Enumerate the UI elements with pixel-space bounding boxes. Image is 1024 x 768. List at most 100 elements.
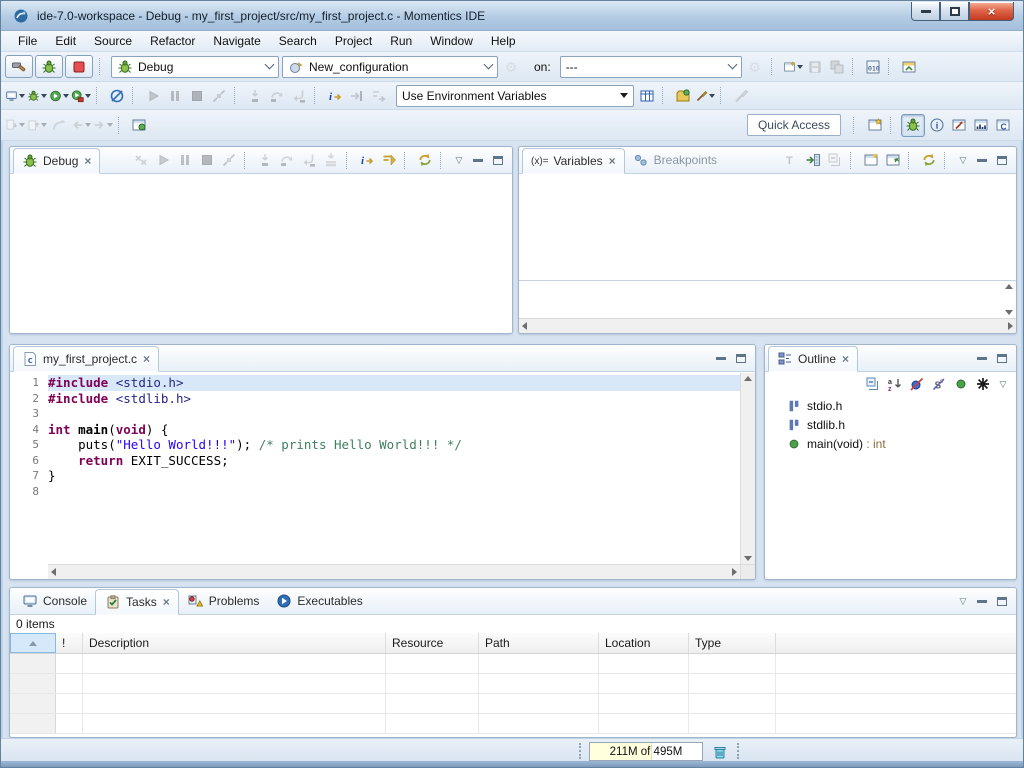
format-icon[interactable] bbox=[731, 86, 751, 105]
close-tab-icon[interactable]: × bbox=[84, 154, 91, 168]
instruction-stepping-icon[interactable]: i bbox=[357, 151, 377, 170]
tab-my-first-project[interactable]: c my_first_project.c × bbox=[13, 346, 159, 372]
run-garbage-collector-button[interactable] bbox=[709, 742, 731, 761]
maximize-view-icon[interactable] bbox=[997, 597, 1007, 606]
prev-annotation-icon[interactable] bbox=[27, 116, 47, 135]
hide-static-icon[interactable]: Ss bbox=[929, 375, 949, 394]
code-line-4[interactable]: 4int main(void) { bbox=[10, 422, 740, 438]
code-line-8[interactable]: 8 bbox=[10, 484, 740, 500]
view-menu-icon[interactable]: ▽ bbox=[955, 155, 971, 166]
minimize-button[interactable] bbox=[911, 2, 940, 21]
column-header-priority[interactable]: ! bbox=[56, 633, 83, 653]
close-button[interactable]: × bbox=[969, 2, 1014, 21]
suspend-icon[interactable] bbox=[175, 151, 195, 170]
tab-console[interactable]: Console bbox=[13, 588, 95, 614]
code-line-2[interactable]: 2#include <stdlib.h> bbox=[10, 391, 740, 407]
move-to-line-icon[interactable] bbox=[347, 86, 367, 105]
forward-icon[interactable] bbox=[93, 116, 113, 135]
column-header-sort[interactable] bbox=[10, 633, 56, 653]
code-line-7[interactable]: 7} bbox=[10, 468, 740, 484]
drop-to-frame-icon[interactable] bbox=[321, 151, 341, 170]
disconnect-icon[interactable] bbox=[209, 86, 229, 105]
minimize-view-icon[interactable] bbox=[977, 600, 987, 603]
scroll-left-icon[interactable] bbox=[522, 322, 527, 330]
column-header-path[interactable]: Path bbox=[479, 633, 599, 653]
pin-view-icon[interactable] bbox=[883, 151, 903, 170]
scroll-right-icon[interactable] bbox=[1008, 322, 1013, 330]
scroll-down-icon[interactable] bbox=[1005, 310, 1013, 315]
debug-bug-icon[interactable] bbox=[27, 86, 47, 105]
hide-inactive-icon[interactable] bbox=[973, 375, 993, 394]
menu-search[interactable]: Search bbox=[270, 32, 326, 50]
binary-editor-icon[interactable]: 010 bbox=[863, 57, 883, 76]
memory-perspective-icon[interactable] bbox=[971, 116, 991, 135]
tab-executables[interactable]: Executables bbox=[267, 588, 370, 614]
outline-item-main-void-[interactable]: main(void) : int bbox=[765, 434, 1016, 453]
suspend-icon[interactable] bbox=[165, 86, 185, 105]
run-green-icon[interactable] bbox=[49, 86, 69, 105]
next-annotation-icon[interactable] bbox=[5, 116, 25, 135]
launch-config-combo[interactable]: New_configuration bbox=[282, 56, 498, 78]
hide-nonpublic-icon[interactable] bbox=[951, 375, 971, 394]
maximize-view-icon[interactable] bbox=[997, 156, 1007, 165]
debug-bug-icon[interactable] bbox=[35, 55, 63, 78]
editor-vscrollbar[interactable] bbox=[740, 373, 755, 564]
maximize-view-icon[interactable] bbox=[997, 354, 1007, 363]
remove-terminated-icon[interactable] bbox=[131, 151, 151, 170]
environment-combo[interactable]: Use Environment Variables bbox=[396, 85, 634, 107]
save-icon[interactable] bbox=[805, 57, 825, 76]
tab-breakpoints[interactable]: Breakpoints bbox=[625, 147, 725, 173]
pin-editor-icon[interactable] bbox=[129, 116, 149, 135]
menu-window[interactable]: Window bbox=[421, 32, 482, 50]
tab-debug[interactable]: Debug × bbox=[13, 148, 100, 174]
variables-tree[interactable] bbox=[519, 175, 1016, 280]
search-brush-icon[interactable] bbox=[695, 86, 715, 105]
scroll-left-icon[interactable] bbox=[51, 568, 56, 576]
menu-edit[interactable]: Edit bbox=[46, 32, 85, 50]
code-line-3[interactable]: 3 bbox=[10, 406, 740, 422]
view-menu-icon[interactable]: ▽ bbox=[451, 155, 467, 166]
menu-run[interactable]: Run bbox=[381, 32, 421, 50]
step-into-icon[interactable] bbox=[255, 151, 275, 170]
minimize-view-icon[interactable] bbox=[977, 159, 987, 162]
editor-hscrollbar[interactable] bbox=[48, 564, 740, 579]
title-bar[interactable]: ide-7.0-workspace - Debug - my_first_pro… bbox=[1, 1, 1023, 31]
detail-scrollbar[interactable] bbox=[1002, 282, 1015, 317]
outline-item-stdlib-h[interactable]: stdlib.h bbox=[765, 415, 1016, 434]
show-type-names-icon[interactable]: T bbox=[781, 151, 801, 170]
minimize-view-icon[interactable] bbox=[716, 357, 726, 360]
skip-breakpoints-icon[interactable] bbox=[107, 86, 127, 105]
tasks-table-body[interactable] bbox=[10, 654, 1016, 734]
menu-help[interactable]: Help bbox=[482, 32, 525, 50]
step-return-icon[interactable] bbox=[289, 86, 309, 105]
scroll-down-icon[interactable] bbox=[744, 556, 752, 561]
outline-item-stdio-h[interactable]: stdio.h bbox=[765, 396, 1016, 415]
resume-icon[interactable] bbox=[143, 86, 163, 105]
code-editor[interactable]: 1#include <stdio.h>2#include <stdlib.h>3… bbox=[10, 373, 740, 564]
profile-green-icon[interactable] bbox=[71, 86, 91, 105]
variables-detail-pane[interactable] bbox=[519, 280, 1016, 318]
builder-perspective-icon[interactable] bbox=[949, 116, 969, 135]
collapse-all-icon[interactable] bbox=[825, 151, 845, 170]
new-console-icon[interactable] bbox=[783, 57, 803, 76]
tab-outline[interactable]: Outline × bbox=[768, 346, 858, 372]
menu-refactor[interactable]: Refactor bbox=[141, 32, 204, 50]
last-edit-icon[interactable] bbox=[49, 116, 69, 135]
view-menu-icon[interactable]: ▽ bbox=[955, 596, 971, 607]
table-row[interactable] bbox=[10, 694, 1016, 714]
edit-config-gear-icon[interactable]: ⚙ bbox=[501, 57, 521, 76]
open-perspective-icon[interactable] bbox=[865, 116, 885, 135]
table-row[interactable] bbox=[10, 714, 1016, 734]
target-combo[interactable]: --- bbox=[560, 56, 742, 78]
step-over-icon[interactable] bbox=[277, 151, 297, 170]
debug-perspective-icon[interactable] bbox=[901, 114, 925, 137]
console-window-icon[interactable] bbox=[5, 86, 25, 105]
c-perspective-icon[interactable]: C bbox=[993, 116, 1013, 135]
variables-hscrollbar[interactable] bbox=[519, 318, 1016, 333]
maximize-button[interactable] bbox=[940, 2, 969, 21]
collapse-all-icon[interactable] bbox=[863, 375, 883, 394]
table-row[interactable] bbox=[10, 674, 1016, 694]
resume-at-line-icon[interactable] bbox=[369, 86, 389, 105]
table-view-icon[interactable] bbox=[637, 86, 657, 105]
build-hammer-icon[interactable] bbox=[5, 55, 33, 78]
